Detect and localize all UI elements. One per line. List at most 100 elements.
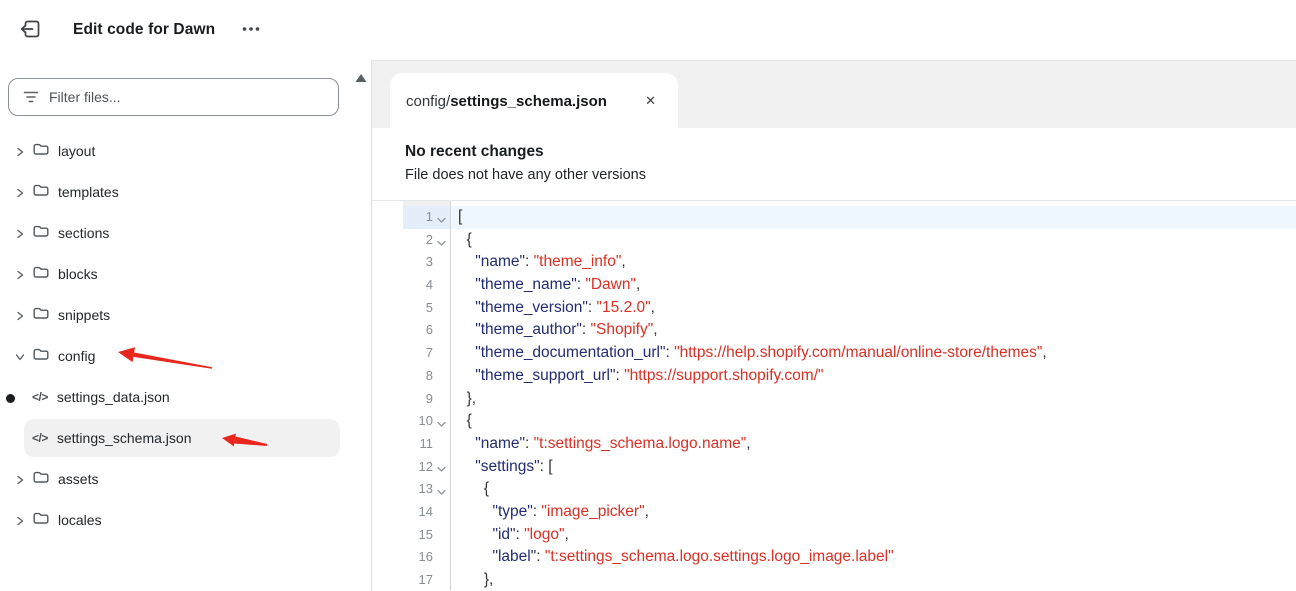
fold-arrow-icon[interactable]: [433, 410, 450, 433]
gutter-cell: 7: [403, 342, 450, 365]
code-line-content[interactable]: {: [451, 229, 1296, 252]
tree-item-label: snippets: [58, 307, 110, 323]
code-line-17: 17 },: [372, 569, 1296, 590]
code-line-content[interactable]: "type": "image_picker",: [451, 501, 1296, 524]
exit-icon: [19, 17, 43, 44]
code-line-content[interactable]: "theme_documentation_url": "https://help…: [451, 342, 1296, 365]
code-line-content[interactable]: },: [451, 388, 1296, 411]
folder-icon: [32, 345, 50, 368]
line-number: 8: [403, 365, 433, 388]
code-line-content[interactable]: "theme_version": "15.2.0",: [451, 297, 1296, 320]
more-actions-button[interactable]: [241, 19, 261, 42]
chevron-right-icon[interactable]: [14, 473, 26, 485]
chevron-right-icon[interactable]: [14, 145, 26, 157]
code-line-content[interactable]: },: [451, 569, 1296, 590]
gutter-cell: 4: [403, 274, 450, 297]
line-number: 10: [403, 410, 433, 433]
line-number: 16: [403, 546, 433, 569]
code-line-6: 6 "theme_author": "Shopify",: [372, 319, 1296, 342]
code-line-content[interactable]: "name": "t:settings_schema.logo.name",: [451, 433, 1296, 456]
tab-settings-schema[interactable]: config/settings_schema.json ✕: [390, 73, 678, 129]
code-line-4: 4 "theme_name": "Dawn",: [372, 274, 1296, 297]
folder-icon: [32, 181, 50, 204]
gutter-cell: 10: [403, 410, 450, 433]
folder-icon: [32, 304, 50, 327]
chevron-right-icon[interactable]: [14, 309, 26, 321]
tree-item-label: settings_data.json: [57, 389, 170, 405]
folder-icon: [32, 263, 50, 286]
file-sidebar: </> layout </> templates: [0, 60, 371, 591]
code-line-12: 12 "settings": [: [372, 456, 1296, 479]
code-line-13: 13 {: [372, 478, 1296, 501]
code-line-content[interactable]: "settings": [: [451, 456, 1296, 479]
code-line-15: 15 "id": "logo",: [372, 524, 1296, 547]
code-line-2: 2 {: [372, 229, 1296, 252]
line-number: 11: [403, 433, 433, 456]
tree-item-label: layout: [58, 143, 95, 159]
filter-files-input[interactable]: [8, 78, 339, 116]
chevron-right-icon[interactable]: [14, 227, 26, 239]
tree-item-label: assets: [58, 471, 98, 487]
sidebar-item-snippets[interactable]: </> snippets: [0, 296, 371, 336]
sidebar-item-blocks[interactable]: </> blocks: [0, 255, 371, 295]
fold-arrow-icon[interactable]: [433, 478, 450, 501]
gutter-cell: 15: [403, 524, 450, 547]
page-title: Edit code for Dawn: [73, 21, 215, 39]
horizontal-dots-icon: [241, 19, 261, 42]
sidebar-item-sections[interactable]: </> sections: [0, 214, 371, 254]
version-panel-subheading: File does not have any other versions: [405, 164, 1296, 187]
gutter-cell: 16: [403, 546, 450, 569]
topbar: Edit code for Dawn: [0, 0, 1296, 60]
code-line-content[interactable]: "theme_author": "Shopify",: [451, 319, 1296, 342]
folder-icon: [32, 509, 50, 532]
sidebar-item-locales[interactable]: </> locales: [0, 501, 371, 541]
fold-arrow-icon[interactable]: [433, 456, 450, 479]
tab-close-button[interactable]: ✕: [639, 89, 662, 113]
exit-editor-button[interactable]: [18, 17, 44, 43]
tree-item-label: locales: [58, 512, 102, 528]
tree-item-label: blocks: [58, 266, 98, 282]
tab-label: config/settings_schema.json: [406, 93, 607, 110]
sidebar-item-settings_data-json[interactable]: </> settings_data.json: [0, 378, 371, 418]
code-line-content[interactable]: "label": "t:settings_schema.logo.setting…: [451, 546, 1296, 569]
gutter-cell: 1: [403, 206, 450, 229]
code-line-content[interactable]: {: [451, 478, 1296, 501]
sidebar-item-assets[interactable]: </> assets: [0, 460, 371, 500]
fold-arrow-icon[interactable]: [433, 206, 450, 229]
line-number: 7: [403, 342, 433, 365]
code-line-content[interactable]: "theme_name": "Dawn",: [451, 274, 1296, 297]
folder-icon: [32, 140, 50, 163]
version-panel: No recent changes File does not have any…: [372, 128, 1296, 201]
code-file-icon: </>: [32, 431, 48, 445]
line-number: 6: [403, 319, 433, 342]
code-line-content[interactable]: "name": "theme_info",: [451, 251, 1296, 274]
code-line-content[interactable]: [: [451, 206, 1296, 229]
code-line-10: 10 {: [372, 410, 1296, 433]
sidebar-item-config[interactable]: </> config: [0, 337, 371, 377]
line-number: 2: [403, 229, 433, 252]
folder-icon: [32, 222, 50, 245]
code-line-content[interactable]: "theme_support_url": "https://support.sh…: [451, 365, 1296, 388]
line-number: 4: [403, 274, 433, 297]
sidebar-item-settings_schema-json[interactable]: </> settings_schema.json: [0, 419, 371, 459]
code-line-7: 7 "theme_documentation_url": "https://he…: [372, 342, 1296, 365]
tree-item-label: settings_schema.json: [57, 430, 192, 446]
line-number: 14: [403, 501, 433, 524]
sidebar-item-templates[interactable]: </> templates: [0, 173, 371, 213]
sidebar-scroll-up-arrow[interactable]: [355, 70, 367, 88]
file-tree: </> layout </> templates: [0, 131, 371, 541]
chevron-right-icon[interactable]: [14, 268, 26, 280]
chevron-right-icon[interactable]: [14, 514, 26, 526]
code-line-content[interactable]: "id": "logo",: [451, 524, 1296, 547]
line-number: 3: [403, 251, 433, 274]
code-line-content[interactable]: {: [451, 410, 1296, 433]
code-file-icon: </>: [32, 390, 48, 404]
gutter-cell: 3: [403, 251, 450, 274]
chevron-down-icon[interactable]: [14, 350, 26, 362]
gutter-cell: 9: [403, 388, 450, 411]
chevron-right-icon[interactable]: [14, 186, 26, 198]
code-line-3: 3 "name": "theme_info",: [372, 251, 1296, 274]
sidebar-item-layout[interactable]: </> layout: [0, 132, 371, 172]
gutter-cell: 8: [403, 365, 450, 388]
fold-arrow-icon[interactable]: [433, 229, 450, 252]
